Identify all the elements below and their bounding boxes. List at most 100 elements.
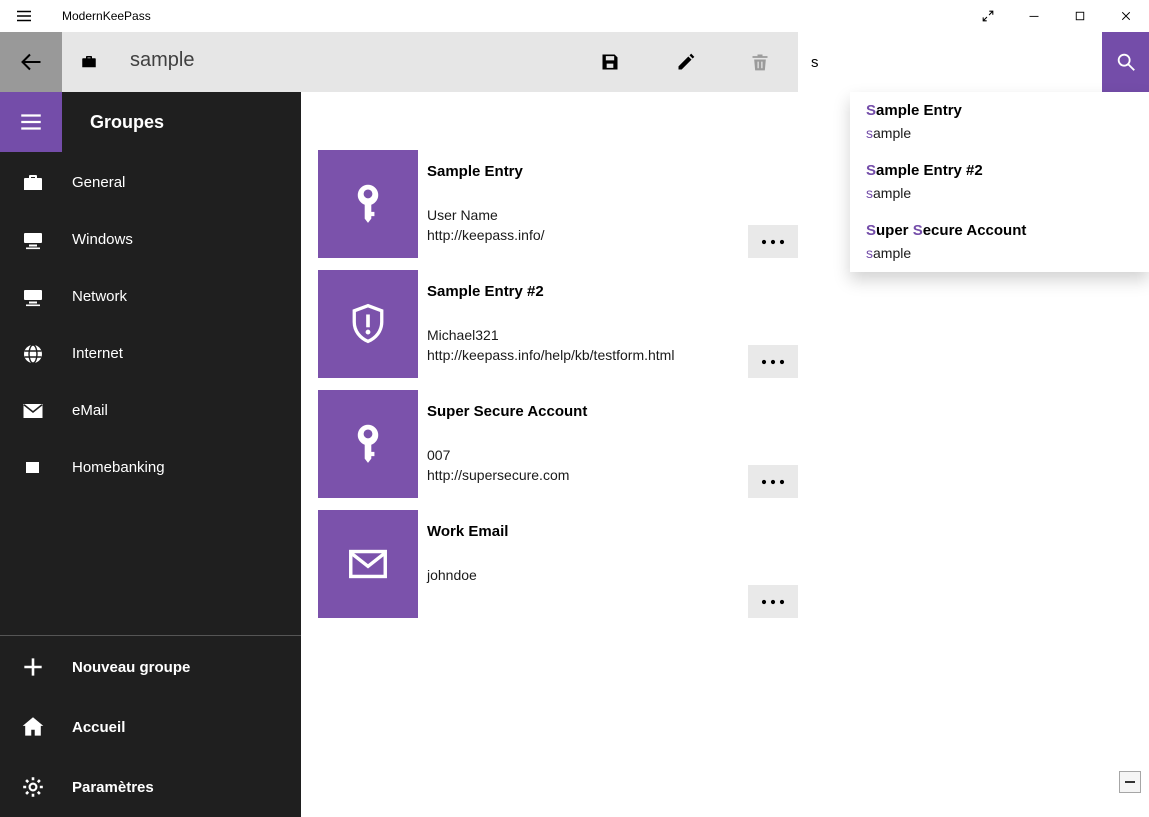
minus-icon xyxy=(1125,781,1135,783)
titlebar: ModernKeePass xyxy=(0,0,1149,32)
sidebar-item-label: Homebanking xyxy=(72,459,165,476)
ellipsis-icon xyxy=(761,359,785,365)
search-icon xyxy=(1115,51,1137,73)
entry-url: http://keepass.info/ xyxy=(427,225,545,245)
suggestion-subtitle: sample xyxy=(866,123,1149,143)
suggestion-sample-entry-2[interactable]: Sample Entry #2 sample xyxy=(850,152,1149,212)
sidebar-item-label: Nouveau groupe xyxy=(72,659,190,676)
envelope-icon xyxy=(318,510,418,618)
entry-info: Work Email johndoe xyxy=(427,510,508,618)
key-icon xyxy=(318,150,418,258)
suggestion-sample-entry[interactable]: Sample Entry sample xyxy=(850,92,1149,152)
search-button[interactable] xyxy=(1102,32,1149,92)
edit-button[interactable] xyxy=(662,32,710,92)
save-button[interactable] xyxy=(586,32,634,92)
appbar: sample xyxy=(0,32,1149,92)
search-input[interactable] xyxy=(798,32,1102,92)
entry-title: Sample Entry #2 xyxy=(427,283,674,301)
save-icon xyxy=(600,52,620,72)
more-options-button[interactable] xyxy=(748,345,798,378)
suggestion-title: Sample Entry #2 xyxy=(866,161,1149,181)
delete-button[interactable] xyxy=(736,32,784,92)
more-options-button[interactable] xyxy=(748,465,798,498)
sidebar-actions: Nouveau groupe Accueil Paramètres xyxy=(0,637,301,817)
plus-icon xyxy=(20,654,46,680)
suggestion-subtitle: sample xyxy=(866,243,1149,263)
ellipsis-icon xyxy=(761,479,785,485)
sidebar-item-internet[interactable]: Internet xyxy=(0,325,301,382)
key-icon xyxy=(318,390,418,498)
back-arrow-icon xyxy=(19,50,43,74)
entry-row-sample-entry-2[interactable]: Sample Entry #2 Michael321 http://keepas… xyxy=(318,270,798,378)
sidebar-item-general[interactable]: General xyxy=(0,154,301,211)
ellipsis-icon xyxy=(761,239,785,245)
shield-alert-icon xyxy=(318,270,418,378)
entry-url: http://keepass.info/help/kb/testform.htm… xyxy=(427,345,674,365)
sidebar: Groupes General Windows Network Internet xyxy=(0,92,301,817)
sidebar-item-network[interactable]: Network xyxy=(0,268,301,325)
gear-icon xyxy=(20,775,46,799)
hamburger-icon xyxy=(18,109,44,135)
sidebar-item-label: Windows xyxy=(72,231,133,248)
sidebar-item-homebanking[interactable]: Homebanking xyxy=(0,439,301,496)
entry-username: johndoe xyxy=(427,565,508,585)
sidebar-item-label: General xyxy=(72,174,125,191)
suggestion-super-secure-account[interactable]: Super Secure Account sample xyxy=(850,212,1149,272)
entry-url: http://supersecure.com xyxy=(427,465,587,485)
search-box xyxy=(798,32,1102,92)
entry-info: Sample Entry #2 Michael321 http://keepas… xyxy=(427,270,674,378)
back-button[interactable] xyxy=(0,32,62,92)
minimize-icon[interactable] xyxy=(1011,0,1057,32)
entry-username: 007 xyxy=(427,445,587,465)
sidebar-item-label: Internet xyxy=(72,345,123,362)
workstation-icon xyxy=(20,228,46,252)
database-title: sample xyxy=(130,49,194,72)
entry-row-super-secure-account[interactable]: Super Secure Account 007 http://supersec… xyxy=(318,390,798,498)
sidebar-item-label: Accueil xyxy=(72,719,125,736)
entry-info: Super Secure Account 007 http://supersec… xyxy=(427,390,587,498)
entry-title: Super Secure Account xyxy=(427,403,587,421)
sidebar-item-settings[interactable]: Paramètres xyxy=(0,757,301,817)
window-controls xyxy=(965,0,1149,32)
sidebar-item-label: eMail xyxy=(72,402,108,419)
home-icon xyxy=(20,714,46,740)
sidebar-item-windows[interactable]: Windows xyxy=(0,211,301,268)
semantic-zoom-out-button[interactable] xyxy=(1119,771,1141,793)
sidebar-heading: Groupes xyxy=(90,92,164,152)
database-icon xyxy=(80,53,98,71)
more-options-button[interactable] xyxy=(748,585,798,618)
card-icon xyxy=(20,456,46,480)
entry-username: User Name xyxy=(427,205,545,225)
entry-title: Sample Entry xyxy=(427,163,545,181)
search-suggestions: Sample Entry sample Sample Entry #2 samp… xyxy=(850,92,1149,272)
group-list: General Windows Network Internet eMail xyxy=(0,154,301,496)
close-icon[interactable] xyxy=(1103,0,1149,32)
more-options-button[interactable] xyxy=(748,225,798,258)
maximize-icon[interactable] xyxy=(1057,0,1103,32)
edit-pencil-icon xyxy=(676,52,696,72)
ellipsis-icon xyxy=(761,599,785,605)
sidebar-item-home[interactable]: Accueil xyxy=(0,697,301,757)
workstation-icon xyxy=(20,285,46,309)
entry-title: Work Email xyxy=(427,523,508,541)
sidebar-item-new-group[interactable]: Nouveau groupe xyxy=(0,637,301,697)
trash-icon xyxy=(750,52,770,72)
envelope-icon xyxy=(20,399,46,423)
entry-username: Michael321 xyxy=(427,325,674,345)
sidebar-divider xyxy=(0,635,301,636)
titlebar-hamburger-icon[interactable] xyxy=(0,0,48,32)
sidebar-item-label: Network xyxy=(72,288,127,305)
window-title: ModernKeePass xyxy=(62,9,151,23)
suggestion-title: Super Secure Account xyxy=(866,221,1149,241)
entry-info: Sample Entry User Name http://keepass.in… xyxy=(427,150,545,258)
sidebar-hamburger-button[interactable] xyxy=(0,92,62,152)
sidebar-item-label: Paramètres xyxy=(72,779,154,796)
fullscreen-icon[interactable] xyxy=(965,0,1011,32)
globe-icon xyxy=(20,342,46,366)
entry-row-sample-entry[interactable]: Sample Entry User Name http://keepass.in… xyxy=(318,150,798,258)
entry-row-work-email[interactable]: Work Email johndoe xyxy=(318,510,798,618)
suggestion-subtitle: sample xyxy=(866,183,1149,203)
sidebar-item-email[interactable]: eMail xyxy=(0,382,301,439)
suggestion-title: Sample Entry xyxy=(866,101,1149,121)
briefcase-icon xyxy=(20,171,46,195)
